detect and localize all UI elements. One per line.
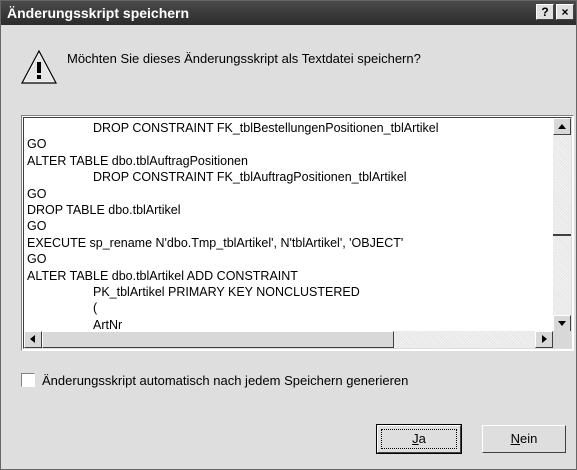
no-button[interactable]: Nein [482,425,566,453]
yes-button[interactable]: Ja [376,424,462,454]
arrow-right-icon [542,335,547,343]
script-line: ALTER TABLE dbo.tblArtikel ADD CONSTRAIN… [27,268,298,283]
scroll-up-button[interactable] [553,118,571,135]
no-label: ein [520,431,538,446]
focus-rectangle [381,429,457,449]
script-line: DROP TABLE dbo.tblArtikel [27,202,181,217]
script-line: GO [27,137,47,152]
script-line: ALTER TABLE dbo.tblAuftragPositionen [27,153,248,168]
checkbox-label-part2: enerieren [353,373,409,388]
no-accesskey: N [510,431,521,446]
scrollbar-corner [553,331,571,348]
arrow-down-icon [558,321,566,326]
script-lines: DROP CONSTRAINT FK_tblBestellungenPositi… [27,120,547,334]
script-line: EXECUTE sp_rename N'dbo.Tmp_tblArtikel',… [27,235,404,250]
arrow-up-icon [558,124,566,129]
dialog-title: Änderungsskript speichern [7,5,190,21]
vertical-scrollbar[interactable] [553,118,571,332]
save-script-dialog: Änderungsskript speichern ? × Möchten Si… [0,0,577,470]
auto-generate-label[interactable]: Änderungsskript automatisch nach jedem S… [42,373,408,388]
script-line: ( [93,301,98,316]
warning-icon [21,49,57,84]
script-line: GO [27,219,47,234]
script-line: GO [27,186,47,201]
horizontal-scrollbar[interactable] [24,331,553,348]
scroll-down-button[interactable] [553,315,571,332]
checkbox-label-part1: Änderungsskript automatisch nach jedem S… [42,373,347,388]
script-line: DROP CONSTRAINT FK_tblAuftragPositionen_… [93,170,407,185]
scroll-right-button[interactable] [535,331,553,348]
script-line: PK_tblArtikel PRIMARY KEY NONCLUSTERED [93,284,360,299]
help-button[interactable]: ? [536,4,554,20]
vertical-scroll-thumb[interactable] [553,234,571,236]
horizontal-scroll-thumb[interactable] [42,331,394,348]
dialog-message: Möchten Sie dieses Änderungsskript als T… [67,51,421,66]
scroll-left-button[interactable] [24,331,42,348]
auto-generate-checkbox[interactable] [21,373,35,387]
arrow-left-icon [30,335,35,343]
script-line: GO [27,252,47,267]
script-textbox[interactable]: DROP CONSTRAINT FK_tblBestellungenPositi… [21,115,574,351]
script-line: DROP CONSTRAINT FK_tblBestellungenPositi… [93,121,439,135]
close-button[interactable]: × [556,4,574,20]
title-bar[interactable]: Änderungsskript speichern ? × [1,1,576,25]
